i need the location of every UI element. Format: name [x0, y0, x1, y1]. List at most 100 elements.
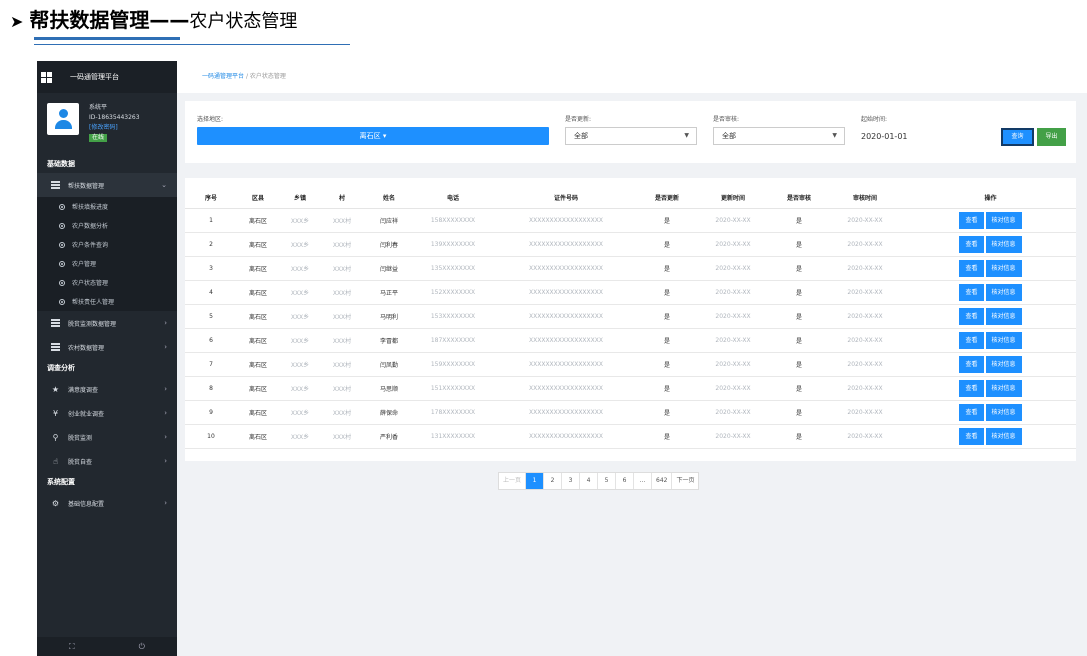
view-button[interactable]: 查看	[959, 403, 984, 421]
page-button[interactable]: 5	[598, 473, 617, 489]
verify-info-button[interactable]: 核对信息	[985, 355, 1022, 373]
verify-info-button[interactable]: 核对信息	[985, 331, 1022, 349]
breadcrumb-home[interactable]: 一码通管理平台	[202, 73, 244, 80]
cell-village: XXX村	[321, 232, 363, 257]
cell-actions: 查看 核对信息	[905, 376, 1076, 401]
update-label: 是否更新:	[565, 116, 592, 123]
view-button[interactable]: 查看	[959, 307, 984, 325]
sidebar-item-progress[interactable]: 帮扶填报进度	[37, 197, 177, 216]
page-button[interactable]: 4	[580, 473, 599, 489]
page-button[interactable]: 3	[562, 473, 581, 489]
table-row: 3 离石区 XXX乡 XXX村 闫继益 135XXXXXXXX XXXXXXXXXXXXXX…	[185, 256, 1076, 281]
status-badge: 在线	[89, 134, 108, 142]
page-button[interactable]: 6	[616, 473, 635, 489]
verify-info-button[interactable]: 核对信息	[985, 259, 1022, 277]
cell-actions: 查看 核对信息	[905, 208, 1076, 233]
view-button[interactable]: 查看	[959, 211, 984, 229]
chevron-right-icon: ›	[164, 457, 167, 465]
section-survey: 调查分析	[47, 364, 75, 372]
circle-dot-icon	[59, 222, 65, 229]
sidebar-group-poverty-monitor[interactable]: 脱贫监测数据管理 ›	[37, 311, 177, 335]
view-button[interactable]: 查看	[959, 355, 984, 373]
sidebar-item-responsible[interactable]: 帮扶责任人管理	[37, 292, 177, 311]
cell-phone: 159XXXXXXXX	[415, 352, 491, 377]
cell-updated: 是	[641, 208, 693, 233]
sidebar-group-village-data[interactable]: 农村数据管理 ›	[37, 335, 177, 359]
column-header: 序号	[185, 188, 237, 209]
sidebar-item-farmer-status[interactable]: 农户状态管理	[37, 273, 177, 292]
update-select[interactable]: 全部 ▼	[565, 127, 697, 145]
sidebar-group-satisfaction[interactable]: ★ 满意度调查 ›	[37, 377, 177, 401]
cell-updated: 是	[641, 424, 693, 449]
column-header: 操作	[905, 188, 1076, 209]
next-page-button[interactable]: 下一页	[672, 473, 698, 489]
list-icon	[51, 181, 60, 189]
table-row: 5 离石区 XXX乡 XXX村 马明利 153XXXXXXXX XXXXXXXXXXXXXX…	[185, 304, 1076, 329]
sidebar-item-analysis[interactable]: 农户数据分析	[37, 216, 177, 235]
section-basic-data: 基础数据	[47, 160, 75, 168]
verify-info-button[interactable]: 核对信息	[985, 211, 1022, 229]
cell-update-time: 2020-XX-XX	[693, 376, 773, 401]
grid-menu-icon[interactable]	[41, 71, 52, 83]
chevron-right-icon: ›	[164, 319, 167, 327]
power-icon[interactable]: ⏻	[139, 642, 145, 652]
fullscreen-icon[interactable]: ⛶	[69, 642, 75, 652]
cell-update-time: 2020-XX-XX	[693, 328, 773, 353]
cell-audit-time: 2020-XX-XX	[825, 376, 905, 401]
column-header: 更新时间	[693, 188, 773, 209]
view-button[interactable]: 查看	[959, 259, 984, 277]
title-underline-thick	[34, 37, 180, 40]
prev-page-button[interactable]: 上一页	[499, 473, 527, 489]
cell-id: XXXXXXXXXXXXXXXXXX	[491, 328, 641, 353]
table-row: 2 离石区 XXX乡 XXX村 闫利春 139XXXXXXXX XXXXXXXXXXXXXX…	[185, 232, 1076, 257]
audit-label: 是否审核:	[713, 116, 740, 123]
cell-updated: 是	[641, 304, 693, 329]
verify-info-button[interactable]: 核对信息	[985, 283, 1022, 301]
region-select-button[interactable]: 离石区 ▾	[197, 127, 549, 145]
view-button[interactable]: 查看	[959, 235, 984, 253]
main-content: 一码通管理平台 / 农户状态管理 选择地区: 离石区 ▾ 是否更新: 全部 ▼ …	[177, 61, 1087, 656]
cell-name: 闫应祥	[363, 208, 415, 233]
cell-id: XXXXXXXXXXXXXXXXXX	[491, 256, 641, 281]
page-button[interactable]: 2	[544, 473, 563, 489]
cell-county: 离石区	[237, 232, 279, 257]
cell-updated: 是	[641, 232, 693, 257]
verify-info-button[interactable]: 核对信息	[985, 403, 1022, 421]
cell-audited: 是	[773, 208, 825, 233]
view-button[interactable]: 查看	[959, 379, 984, 397]
audit-select[interactable]: 全部 ▼	[713, 127, 845, 145]
pagination: 上一页 1 2 3 4 5 6... 642 下一页	[498, 472, 700, 490]
date-label: 起始时间:	[861, 116, 888, 123]
sidebar-item-query[interactable]: 农户条件查询	[37, 235, 177, 254]
cell-county: 离石区	[237, 400, 279, 425]
query-button[interactable]: 查询	[1001, 128, 1034, 146]
sidebar-group-employment[interactable]: ¥ 创业就业调查 ›	[37, 401, 177, 425]
change-password-link[interactable]: [修改密码]	[89, 123, 140, 133]
cell-phone: 178XXXXXXXX	[415, 400, 491, 425]
sidebar-group-help-data[interactable]: 帮扶数据管理 ⌄	[37, 173, 177, 197]
sidebar-group-self-check[interactable]: ☝ 脱贫自查 ›	[37, 449, 177, 473]
export-button[interactable]: 导出	[1037, 128, 1066, 146]
verify-info-button[interactable]: 核对信息	[985, 235, 1022, 253]
sidebar-group-monitor[interactable]: ⚲ 脱贫监测 ›	[37, 425, 177, 449]
page-button[interactable]: 1	[526, 473, 545, 489]
verify-info-button[interactable]: 核对信息	[985, 379, 1022, 397]
caret-down-icon: ▼	[684, 132, 689, 139]
cell-phone: 152XXXXXXXX	[415, 280, 491, 305]
view-button[interactable]: 查看	[959, 283, 984, 301]
cell-phone: 187XXXXXXXX	[415, 328, 491, 353]
table-row: 1 离石区 XXX乡 XXX村 闫应祥 158XXXXXXXX XXXXXXXXXXXXXX…	[185, 208, 1076, 233]
cell-village: XXX村	[321, 256, 363, 281]
cell-actions: 查看 核对信息	[905, 400, 1076, 425]
start-date-input[interactable]: 2020-01-01	[861, 132, 908, 141]
cell-actions: 查看 核对信息	[905, 232, 1076, 257]
view-button[interactable]: 查看	[959, 427, 984, 445]
verify-info-button[interactable]: 核对信息	[985, 427, 1022, 445]
sidebar-group-basic-config[interactable]: ⚙ 基础信息配置 ›	[37, 491, 177, 515]
verify-info-button[interactable]: 核对信息	[985, 307, 1022, 325]
title-bold: 帮扶数据管理——	[29, 8, 190, 32]
page-button[interactable]: 642	[652, 473, 673, 489]
table-row: 10 离石区 XXX乡 XXX村 严利香 131XXXXXXXX XXXXXXXXXXXXX…	[185, 424, 1076, 449]
view-button[interactable]: 查看	[959, 331, 984, 349]
sidebar-item-farmer-manage[interactable]: 农户管理	[37, 254, 177, 273]
